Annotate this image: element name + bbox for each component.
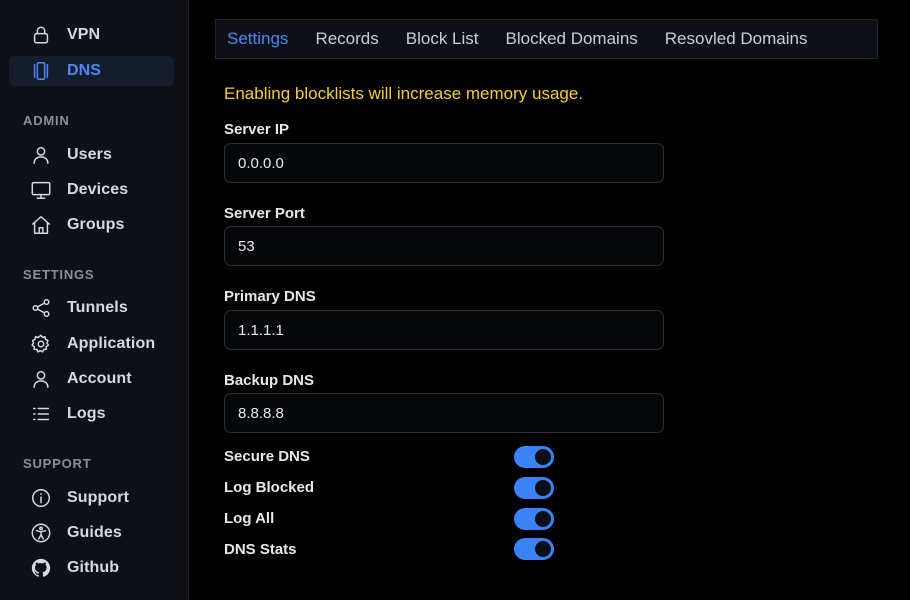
- toggle-knob: [535, 480, 551, 496]
- tab-bar: Settings Records Block List Blocked Doma…: [215, 19, 878, 59]
- backup-dns-label: Backup DNS: [224, 372, 315, 389]
- server-port-label: Server Port: [224, 205, 305, 222]
- memory-warning: Enabling blocklists will increase memory…: [224, 84, 584, 103]
- sidebar-item-support[interactable]: Support: [9, 483, 174, 513]
- sidebar-item-account[interactable]: Account: [9, 364, 174, 394]
- sidebar-item-label: VPN: [67, 26, 101, 43]
- toggle-knob: [535, 449, 551, 465]
- sidebar-item-label: Groups: [67, 216, 125, 233]
- gear-icon: [29, 333, 53, 355]
- log-all-toggle[interactable]: [514, 508, 554, 530]
- server-port-input[interactable]: [224, 226, 664, 266]
- sidebar-item-label: Guides: [67, 524, 122, 541]
- sidebar-item-label: Account: [67, 370, 132, 387]
- list-icon: [29, 403, 53, 425]
- sidebar-item-label: Users: [67, 146, 112, 163]
- sidebar: VPN DNS ADMIN Users Devices Groups SETTI…: [0, 0, 189, 600]
- info-icon: [29, 487, 53, 509]
- log-all-label: Log All: [224, 510, 275, 527]
- dns-icon: [29, 60, 53, 82]
- share-icon: [29, 297, 53, 319]
- admin-section-title: ADMIN: [23, 113, 70, 128]
- monitor-icon: [29, 179, 53, 201]
- sidebar-item-logs[interactable]: Logs: [9, 399, 174, 429]
- server-ip-input[interactable]: [224, 143, 664, 183]
- user-icon: [29, 368, 53, 390]
- sidebar-item-label: Application: [67, 335, 156, 352]
- sidebar-item-groups[interactable]: Groups: [9, 210, 174, 240]
- tab-block-list[interactable]: Block List: [406, 29, 479, 49]
- server-ip-label: Server IP: [224, 121, 290, 138]
- sidebar-item-label: Logs: [67, 405, 106, 422]
- toggle-knob: [535, 511, 551, 527]
- dns-stats-toggle[interactable]: [514, 538, 554, 560]
- user-icon: [29, 144, 53, 166]
- primary-dns-label: Primary DNS: [224, 288, 316, 305]
- sidebar-item-dns[interactable]: DNS: [9, 56, 174, 86]
- sidebar-item-label: Support: [67, 489, 130, 506]
- accessibility-icon: [29, 522, 53, 544]
- sidebar-item-devices[interactable]: Devices: [9, 175, 174, 205]
- sidebar-item-label: Devices: [67, 181, 129, 198]
- sidebar-item-label: Tunnels: [67, 299, 128, 316]
- toggle-knob: [535, 541, 551, 557]
- secure-dns-label: Secure DNS: [224, 448, 310, 465]
- dns-stats-label: DNS Stats: [224, 541, 297, 558]
- log-blocked-label: Log Blocked: [224, 479, 315, 496]
- sidebar-item-application[interactable]: Application: [9, 329, 174, 359]
- home-icon: [29, 214, 53, 236]
- backup-dns-input[interactable]: [224, 393, 664, 433]
- primary-dns-input[interactable]: [224, 310, 664, 350]
- sidebar-item-guides[interactable]: Guides: [9, 518, 174, 548]
- tab-settings[interactable]: Settings: [227, 29, 288, 49]
- sidebar-item-users[interactable]: Users: [9, 140, 174, 170]
- github-icon: [29, 557, 53, 579]
- sidebar-item-vpn[interactable]: VPN: [9, 20, 174, 50]
- sidebar-item-github[interactable]: Github: [9, 553, 174, 583]
- tab-resolved-domains[interactable]: Resovled Domains: [665, 29, 808, 49]
- sidebar-item-label: DNS: [67, 62, 102, 79]
- tab-records[interactable]: Records: [315, 29, 378, 49]
- sidebar-item-label: Github: [67, 559, 120, 576]
- log-blocked-toggle[interactable]: [514, 477, 554, 499]
- support-section-title: SUPPORT: [23, 456, 92, 471]
- secure-dns-toggle[interactable]: [514, 446, 554, 468]
- settings-section-title: SETTINGS: [23, 267, 95, 282]
- lock-icon: [29, 24, 53, 46]
- tab-blocked-domains[interactable]: Blocked Domains: [506, 29, 638, 49]
- sidebar-item-tunnels[interactable]: Tunnels: [9, 293, 174, 323]
